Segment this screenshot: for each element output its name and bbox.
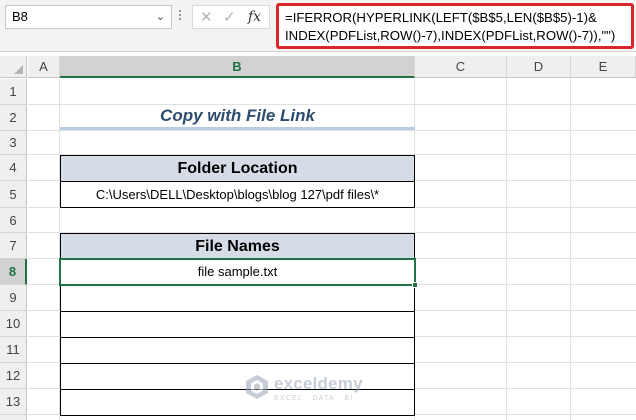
column-header-c[interactable]: C — [415, 56, 507, 78]
formula-controls: ✕ ✓ fx — [192, 5, 270, 29]
folder-path-cell[interactable]: C:\Users\DELL\Desktop\blogs\blog 127\pdf… — [60, 182, 415, 208]
row-header-6[interactable]: 6 — [0, 208, 27, 233]
row-header-1[interactable]: 1 — [0, 79, 27, 105]
title-underline — [60, 127, 415, 130]
row-header-12[interactable]: 12 — [0, 363, 27, 389]
file-name-cell[interactable] — [60, 312, 415, 338]
file-name-cell[interactable] — [60, 338, 415, 364]
folder-location-header: Folder Location — [60, 155, 415, 182]
formula-input[interactable]: =IFERROR(HYPERLINK(LEFT($B$5,LEN($B$5)-1… — [276, 3, 634, 49]
column-header-d[interactable]: D — [507, 56, 571, 78]
insert-function-icon[interactable]: fx — [248, 9, 261, 25]
name-box[interactable]: B8 ⌄ — [5, 5, 172, 29]
row-header-11[interactable]: 11 — [0, 337, 27, 363]
name-box-value: B8 — [12, 9, 28, 24]
row-header-13[interactable]: 13 — [0, 389, 27, 415]
fill-handle[interactable] — [412, 282, 418, 288]
select-all-button[interactable] — [0, 56, 27, 78]
formula-line-2: INDEX(PDFList,ROW()-7),INDEX(PDFList,ROW… — [285, 28, 616, 43]
row-header-2[interactable]: 2 — [0, 105, 27, 131]
active-cell-selection[interactable] — [59, 258, 418, 288]
column-header-a[interactable]: A — [28, 56, 60, 78]
formula-line-1: =IFERROR(HYPERLINK(LEFT($B$5,LEN($B$5)-1… — [285, 10, 597, 25]
row-header-4[interactable]: 4 — [0, 155, 27, 181]
column-header-e[interactable]: E — [571, 56, 636, 78]
file-name-cell[interactable] — [60, 286, 415, 312]
exceldemy-logo-icon — [246, 375, 268, 399]
row-header-10[interactable]: 10 — [0, 311, 27, 337]
row-header-3[interactable]: 3 — [0, 131, 27, 155]
file-names-header: File Names — [60, 233, 415, 260]
row-header-8[interactable]: 8 — [0, 259, 27, 285]
enter-check-icon[interactable]: ✓ — [223, 8, 236, 26]
row-header-9[interactable]: 9 — [0, 285, 27, 311]
row-header-14[interactable]: 14 — [0, 415, 27, 420]
watermark: exceldemy EXCEL · DATA · BI — [244, 372, 384, 408]
more-options-icon[interactable] — [178, 8, 182, 26]
column-header-b[interactable]: B — [60, 56, 415, 78]
cancel-icon[interactable]: ✕ — [200, 8, 213, 26]
watermark-tagline: EXCEL · DATA · BI — [274, 395, 354, 402]
watermark-name: exceldemy — [274, 374, 363, 393]
row-header-7[interactable]: 7 — [0, 233, 27, 259]
chevron-down-icon[interactable]: ⌄ — [156, 10, 165, 23]
row-header-5[interactable]: 5 — [0, 181, 27, 208]
formula-bar-area: B8 ⌄ ✕ ✓ fx =IFERROR(HYPERLINK(LEFT($B$5… — [0, 0, 636, 52]
sheet-title: Copy with File Link — [160, 106, 315, 125]
